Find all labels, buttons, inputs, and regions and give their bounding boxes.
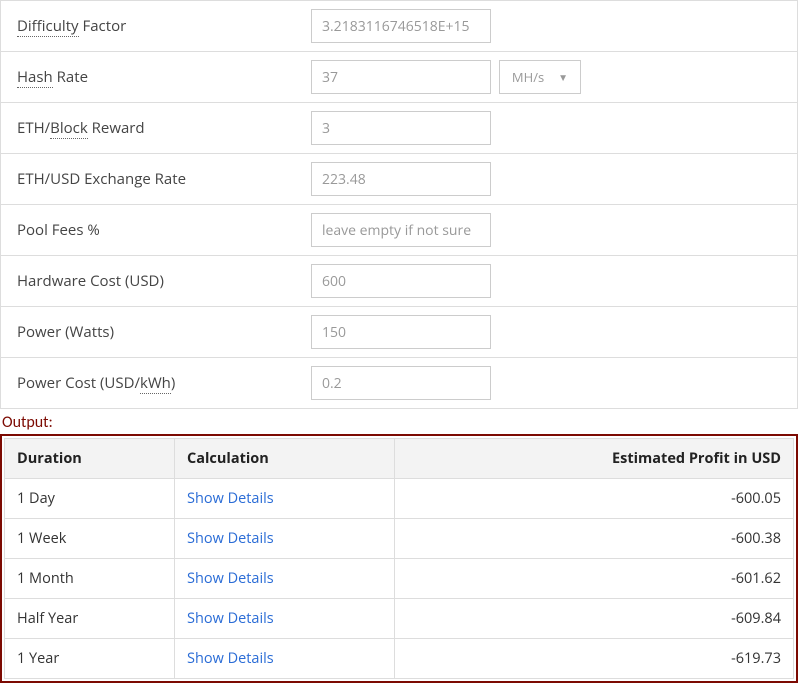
- chevron-down-icon: ▼: [558, 70, 568, 84]
- col-header-profit: Estimated Profit in USD: [395, 439, 794, 479]
- form-input-cell: [311, 162, 797, 196]
- cell-calculation: Show Details: [175, 559, 395, 599]
- text-input[interactable]: [311, 111, 491, 145]
- form-label: ETH/Block Reward: [1, 118, 311, 138]
- table-row: Half Year Show Details -609.84: [5, 599, 794, 639]
- form-label: ETH/USD Exchange Rate: [1, 169, 311, 189]
- unit-label: MH/s: [512, 68, 544, 86]
- show-details-link[interactable]: Show Details: [187, 649, 274, 668]
- output-table: Duration Calculation Estimated Profit in…: [4, 438, 794, 679]
- table-row: 1 Day Show Details -600.05: [5, 479, 794, 519]
- cell-calculation: Show Details: [175, 519, 395, 559]
- form-label: Difficulty Factor: [1, 16, 311, 36]
- form-label: Power (Watts): [1, 322, 311, 342]
- form-row: Pool Fees %: [1, 205, 797, 256]
- form-input-cell: [311, 111, 797, 145]
- form-label: Hash Rate: [1, 67, 311, 87]
- cell-duration: 1 Year: [5, 639, 175, 679]
- cell-profit: -601.62: [395, 559, 794, 599]
- text-input[interactable]: [311, 9, 491, 43]
- cell-profit: -619.73: [395, 639, 794, 679]
- form-input-cell: [311, 213, 797, 247]
- cell-calculation: Show Details: [175, 479, 395, 519]
- text-input[interactable]: [311, 264, 491, 298]
- col-header-duration: Duration: [5, 439, 175, 479]
- form-label: Hardware Cost (USD): [1, 271, 311, 291]
- form-input-cell: [311, 366, 797, 400]
- output-panel: Duration Calculation Estimated Profit in…: [0, 434, 798, 683]
- text-input[interactable]: [311, 213, 491, 247]
- cell-profit: -609.84: [395, 599, 794, 639]
- text-input[interactable]: [311, 366, 491, 400]
- cell-duration: 1 Week: [5, 519, 175, 559]
- form-input-cell: [311, 264, 797, 298]
- form-input-cell: [311, 9, 797, 43]
- table-row: 1 Year Show Details -619.73: [5, 639, 794, 679]
- form-row: Power Cost (USD/kWh): [1, 358, 797, 408]
- cell-duration: Half Year: [5, 599, 175, 639]
- table-row: 1 Month Show Details -601.62: [5, 559, 794, 599]
- form-row: ETH/Block Reward: [1, 103, 797, 154]
- show-details-link[interactable]: Show Details: [187, 569, 274, 588]
- cell-profit: -600.05: [395, 479, 794, 519]
- text-input[interactable]: [311, 60, 491, 94]
- unit-select[interactable]: MH/s ▼: [499, 60, 581, 94]
- col-header-calculation: Calculation: [175, 439, 395, 479]
- form-input-cell: MH/s ▼: [311, 60, 797, 94]
- show-details-link[interactable]: Show Details: [187, 529, 274, 548]
- show-details-link[interactable]: Show Details: [187, 489, 274, 508]
- form-input-cell: [311, 315, 797, 349]
- cell-calculation: Show Details: [175, 599, 395, 639]
- form-row: ETH/USD Exchange Rate: [1, 154, 797, 205]
- show-details-link[interactable]: Show Details: [187, 609, 274, 628]
- form-label: Power Cost (USD/kWh): [1, 373, 311, 393]
- cell-calculation: Show Details: [175, 639, 395, 679]
- text-input[interactable]: [311, 162, 491, 196]
- input-form: Difficulty Factor Hash Rate MH/s ▼ ETH/Block…: [0, 0, 798, 409]
- cell-profit: -600.38: [395, 519, 794, 559]
- form-row: Power (Watts): [1, 307, 797, 358]
- form-label: Pool Fees %: [1, 220, 311, 240]
- form-row: Difficulty Factor: [1, 1, 797, 52]
- cell-duration: 1 Day: [5, 479, 175, 519]
- form-row: Hash Rate MH/s ▼: [1, 52, 797, 103]
- form-row: Hardware Cost (USD): [1, 256, 797, 307]
- text-input[interactable]: [311, 315, 491, 349]
- output-heading: Output:: [0, 409, 798, 434]
- table-row: 1 Week Show Details -600.38: [5, 519, 794, 559]
- cell-duration: 1 Month: [5, 559, 175, 599]
